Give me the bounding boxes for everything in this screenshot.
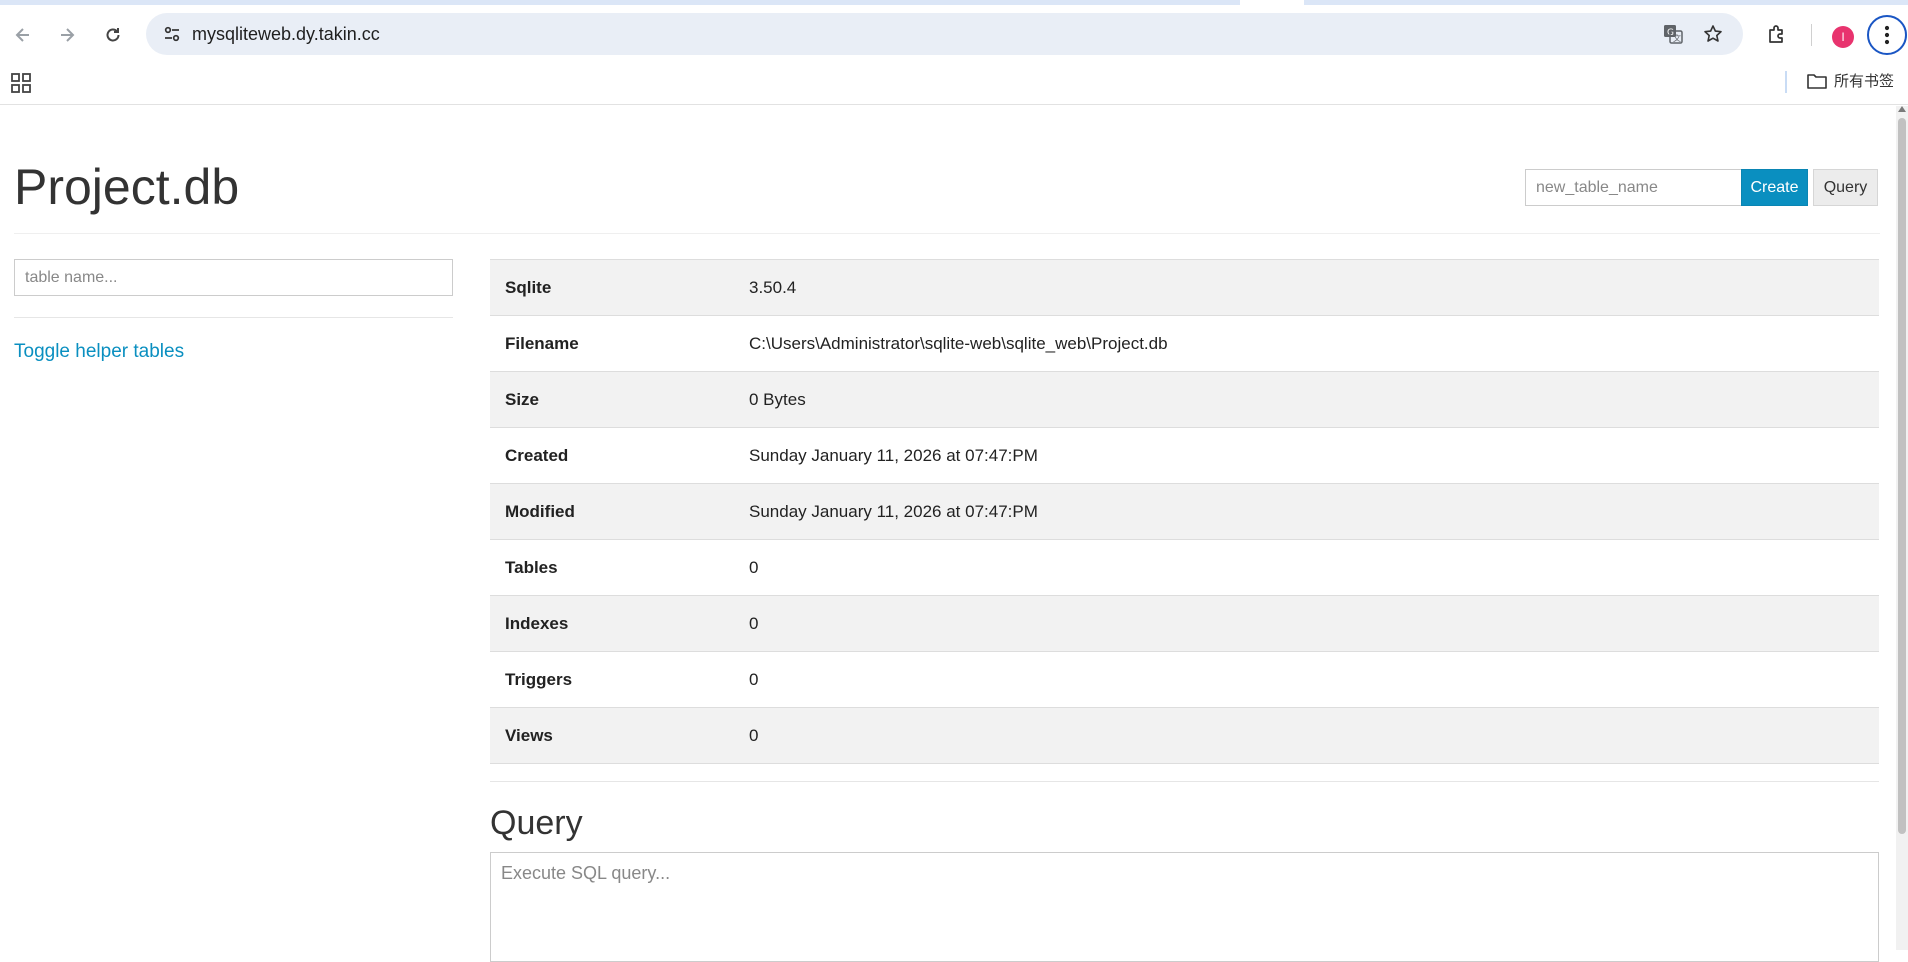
info-label-created: Created xyxy=(505,445,569,465)
create-table-button[interactable]: Create xyxy=(1741,169,1808,206)
table-row: Filename C:\Users\Administrator\sqlite-we… xyxy=(490,315,1879,372)
query-heading: Query xyxy=(490,804,583,842)
table-filter-input[interactable] xyxy=(14,259,453,296)
address-bar[interactable]: mysqliteweb.dy.takin.cc G 文 xyxy=(146,13,1743,55)
table-row: Tables 0 xyxy=(490,539,1879,596)
info-label-indexes: Indexes xyxy=(505,613,569,633)
info-value-filename: C:\Users\Administrator\sqlite-web\sqlite… xyxy=(749,333,1168,353)
info-value-views: 0 xyxy=(749,725,759,745)
page-title: Project.db xyxy=(14,159,240,215)
bookmarks-bar: 所有书签 xyxy=(0,63,1908,105)
toggle-helper-tables-link[interactable]: Toggle helper tables xyxy=(14,341,184,363)
info-value-size: 0 Bytes xyxy=(749,389,806,409)
info-value-tables: 0 xyxy=(749,557,759,577)
info-label-tables: Tables xyxy=(505,557,558,577)
folder-icon xyxy=(1807,73,1827,89)
info-value-triggers: 0 xyxy=(749,669,759,689)
info-value-indexes: 0 xyxy=(749,613,759,633)
back-arrow-icon xyxy=(15,28,29,42)
bookmarks-divider xyxy=(1785,71,1787,93)
table-row: Size 0 Bytes xyxy=(490,371,1879,428)
translate-button[interactable]: G 文 xyxy=(1657,18,1689,50)
database-info-table: Sqlite 3.50.4 Filename C:\Users\Administra… xyxy=(490,259,1879,764)
browser-menu-button[interactable] xyxy=(1867,15,1907,55)
info-label-modified: Modified xyxy=(505,501,575,521)
table-row: Modified Sunday January 11, 2026 at 07:47… xyxy=(490,483,1879,540)
info-label-filename: Filename xyxy=(505,333,579,353)
page-content: Project.db Create Query Toggle helper ta… xyxy=(0,106,1908,962)
query-button[interactable]: Query xyxy=(1813,169,1878,206)
query-divider xyxy=(490,781,1879,782)
info-value-modified: Sunday January 11, 2026 at 07:47:PM xyxy=(749,501,1038,521)
bookmark-star-button[interactable] xyxy=(1697,18,1729,50)
info-label-size: Size xyxy=(505,389,540,409)
translate-icon: G 文 xyxy=(1664,25,1683,44)
table-row: Triggers 0 xyxy=(490,651,1879,708)
bookmark-star-icon xyxy=(1704,25,1722,42)
table-row: Views 0 xyxy=(490,707,1879,764)
table-row: Sqlite 3.50.4 xyxy=(490,259,1879,316)
table-row: Indexes 0 xyxy=(490,595,1879,652)
extensions-icon xyxy=(1769,25,1783,43)
all-bookmarks-label: 所有书签 xyxy=(1834,73,1895,90)
profile-avatar[interactable]: I xyxy=(1832,26,1854,48)
toolbar-divider xyxy=(1811,24,1812,46)
forward-arrow-icon xyxy=(61,28,75,42)
info-label-triggers: Triggers xyxy=(505,669,573,689)
table-row: Created Sunday January 11, 2026 at 07:47:… xyxy=(490,427,1879,484)
page-scrollbar[interactable] xyxy=(1896,106,1908,950)
reload-button[interactable] xyxy=(95,17,131,53)
svg-text:文: 文 xyxy=(1673,33,1681,43)
new-table-name-input[interactable] xyxy=(1525,169,1741,206)
create-table-form: Create Query xyxy=(1525,169,1878,206)
browser-toolbar: mysqliteweb.dy.takin.cc G 文 I xyxy=(0,5,1908,63)
info-value-created: Sunday January 11, 2026 at 07:47:PM xyxy=(749,445,1038,465)
sidebar-divider xyxy=(14,317,453,318)
back-button[interactable] xyxy=(5,17,41,53)
info-label-views: Views xyxy=(505,725,553,745)
sql-query-textarea[interactable] xyxy=(490,852,1879,962)
header-divider xyxy=(14,233,1880,234)
forward-button[interactable] xyxy=(49,17,85,53)
info-label-sqlite: Sqlite xyxy=(505,277,552,297)
site-info-button[interactable] xyxy=(156,18,188,50)
apps-grid-icon[interactable] xyxy=(9,71,33,95)
extensions-button[interactable] xyxy=(1759,17,1795,53)
scrollbar-thumb[interactable] xyxy=(1898,118,1906,834)
info-value-sqlite: 3.50.4 xyxy=(749,277,797,297)
all-bookmarks-folder[interactable]: 所有书签 xyxy=(1806,70,1894,91)
site-info-icon xyxy=(164,26,180,42)
reload-icon xyxy=(106,28,120,42)
scroll-up-arrow-icon[interactable] xyxy=(1898,106,1906,112)
kebab-menu-icon xyxy=(1884,25,1890,45)
url-text[interactable]: mysqliteweb.dy.takin.cc xyxy=(192,24,380,45)
